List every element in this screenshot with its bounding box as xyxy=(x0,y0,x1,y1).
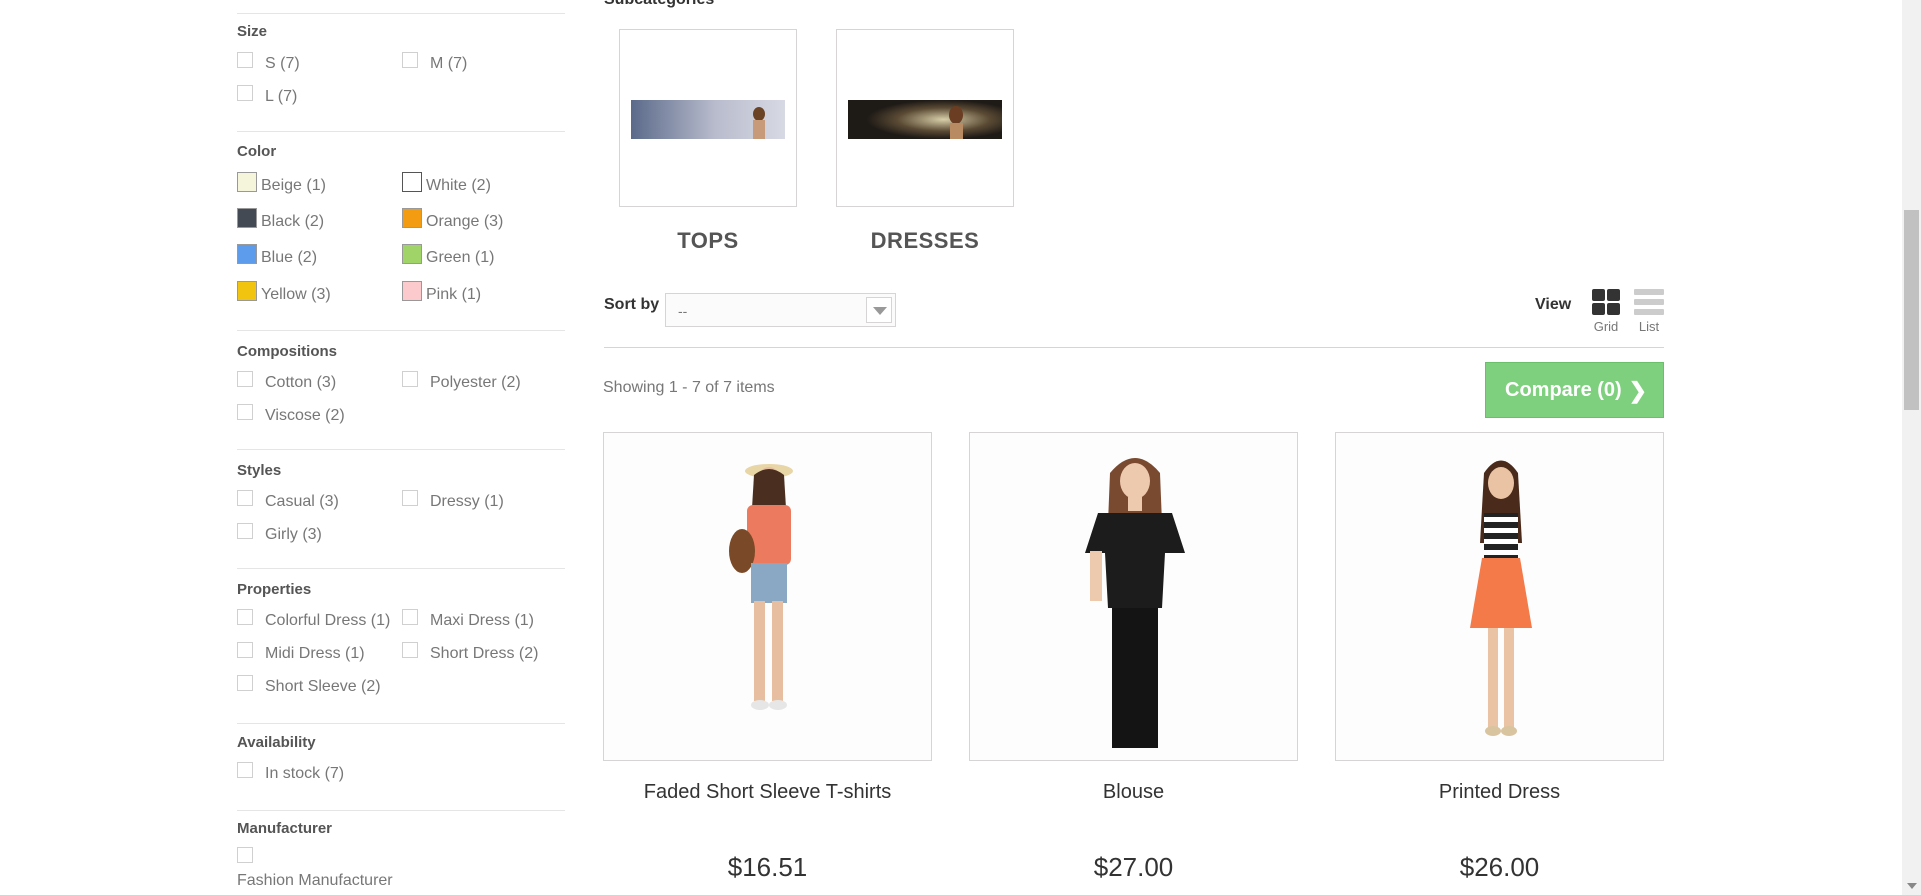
product-image[interactable] xyxy=(1335,432,1664,761)
product-image[interactable] xyxy=(969,432,1298,761)
compare-label: Compare (0) xyxy=(1505,379,1622,401)
view-list-label: List xyxy=(1638,319,1660,334)
compare-button[interactable]: Compare (0) ❯ xyxy=(1485,362,1664,418)
filter-properties: Properties Colorful Dress (1) Maxi Dress… xyxy=(237,568,565,723)
view-grid-label: Grid xyxy=(1593,319,1619,334)
checkbox[interactable] xyxy=(402,371,418,387)
color-swatch[interactable] xyxy=(402,208,422,228)
filter-availability-title: Availability xyxy=(237,734,316,751)
checkbox[interactable] xyxy=(402,609,418,625)
product-card: Printed Dress $26.00 xyxy=(1335,432,1664,882)
scrollbar-thumb[interactable] xyxy=(1904,210,1919,410)
color-swatch[interactable] xyxy=(237,172,257,192)
checkbox[interactable] xyxy=(402,52,418,68)
checkbox[interactable] xyxy=(237,847,253,863)
filter-properties-title: Properties xyxy=(237,581,312,598)
checkbox[interactable] xyxy=(237,85,253,101)
grid-icon xyxy=(1592,289,1620,315)
sort-by-label: Sort by xyxy=(604,296,660,313)
product-name[interactable]: Printed Dress xyxy=(1335,781,1664,804)
filter-compositions: Compositions Cotton (3) Polyester (2) Vi… xyxy=(237,330,565,449)
sort-by-value: -- xyxy=(678,303,688,319)
color-swatch[interactable] xyxy=(237,281,257,301)
subcategory-dresses-image[interactable] xyxy=(836,29,1014,207)
subcategories-heading: Subcategories xyxy=(604,0,714,9)
filter-color: Color Beige (1) White (2) Black (2) Oran… xyxy=(237,131,565,330)
color-swatch[interactable] xyxy=(237,208,257,228)
product-price: $27.00 xyxy=(1093,852,1174,882)
product-photo-blouse xyxy=(970,433,1297,760)
checkbox[interactable] xyxy=(237,404,253,420)
checkbox[interactable] xyxy=(237,762,253,778)
product-price: $16.51 xyxy=(727,852,808,882)
color-swatch[interactable] xyxy=(237,244,257,264)
checkbox[interactable] xyxy=(237,642,253,658)
filter-compositions-title: Compositions xyxy=(237,343,337,360)
product-image[interactable] xyxy=(603,432,932,761)
checkbox[interactable] xyxy=(237,490,253,506)
filter-manufacturer-title: Manufacturer xyxy=(237,820,333,837)
product-name[interactable]: Faded Short Sleeve T-shirts xyxy=(603,781,932,804)
filter-size: Size S (7) M (7) L (7) xyxy=(237,13,565,131)
chevron-down-icon[interactable] xyxy=(866,297,892,323)
product-card: Blouse $27.00 xyxy=(969,432,1298,882)
filter-manufacturer: Manufacturer Fashion Manufacturer xyxy=(237,810,565,895)
subcategory-tops-image[interactable] xyxy=(619,29,797,207)
scroll-down-arrow-icon[interactable] xyxy=(1907,883,1917,889)
view-list-button[interactable]: List xyxy=(1633,289,1665,334)
filter-size-title: Size xyxy=(237,23,268,40)
product-card: Faded Short Sleeve T-shirts $16.51 xyxy=(603,432,932,882)
showing-count: Showing 1 - 7 of 7 items xyxy=(603,379,775,396)
filter-availability: Availability In stock (7) xyxy=(237,723,565,810)
checkbox[interactable] xyxy=(237,523,253,539)
checkbox[interactable] xyxy=(237,371,253,387)
sort-by-select[interactable]: -- xyxy=(665,293,896,327)
product-photo-tshirt xyxy=(604,433,931,760)
checkbox[interactable] xyxy=(237,52,253,68)
chevron-right-icon: ❯ xyxy=(1628,378,1647,403)
page-scrollbar[interactable] xyxy=(1902,0,1921,895)
view-grid-button[interactable]: Grid xyxy=(1590,289,1622,334)
filter-fashion-manufacturer[interactable]: Fashion Manufacturer xyxy=(237,847,437,889)
checkbox[interactable] xyxy=(402,490,418,506)
view-label: View xyxy=(1535,296,1572,313)
color-swatch[interactable] xyxy=(402,172,422,192)
toolbar-divider xyxy=(604,347,1664,348)
filter-styles-title: Styles xyxy=(237,462,282,479)
subcategory-dresses-link[interactable]: DRESSES xyxy=(836,228,1014,254)
subcategory-tops-link[interactable]: TOPS xyxy=(619,228,797,254)
product-photo-printed-dress xyxy=(1336,433,1663,760)
checkbox[interactable] xyxy=(237,609,253,625)
color-swatch[interactable] xyxy=(402,244,422,264)
tops-banner-image xyxy=(631,100,785,139)
product-name[interactable]: Blouse xyxy=(969,781,1298,804)
product-price: $26.00 xyxy=(1459,852,1540,882)
list-icon xyxy=(1634,289,1664,315)
checkbox[interactable] xyxy=(402,642,418,658)
color-swatch[interactable] xyxy=(402,281,422,301)
dresses-banner-image xyxy=(848,100,1002,139)
checkbox[interactable] xyxy=(237,675,253,691)
filter-styles: Styles Casual (3) Dressy (1) Girly (3) xyxy=(237,449,565,568)
filter-color-title: Color xyxy=(237,143,277,160)
